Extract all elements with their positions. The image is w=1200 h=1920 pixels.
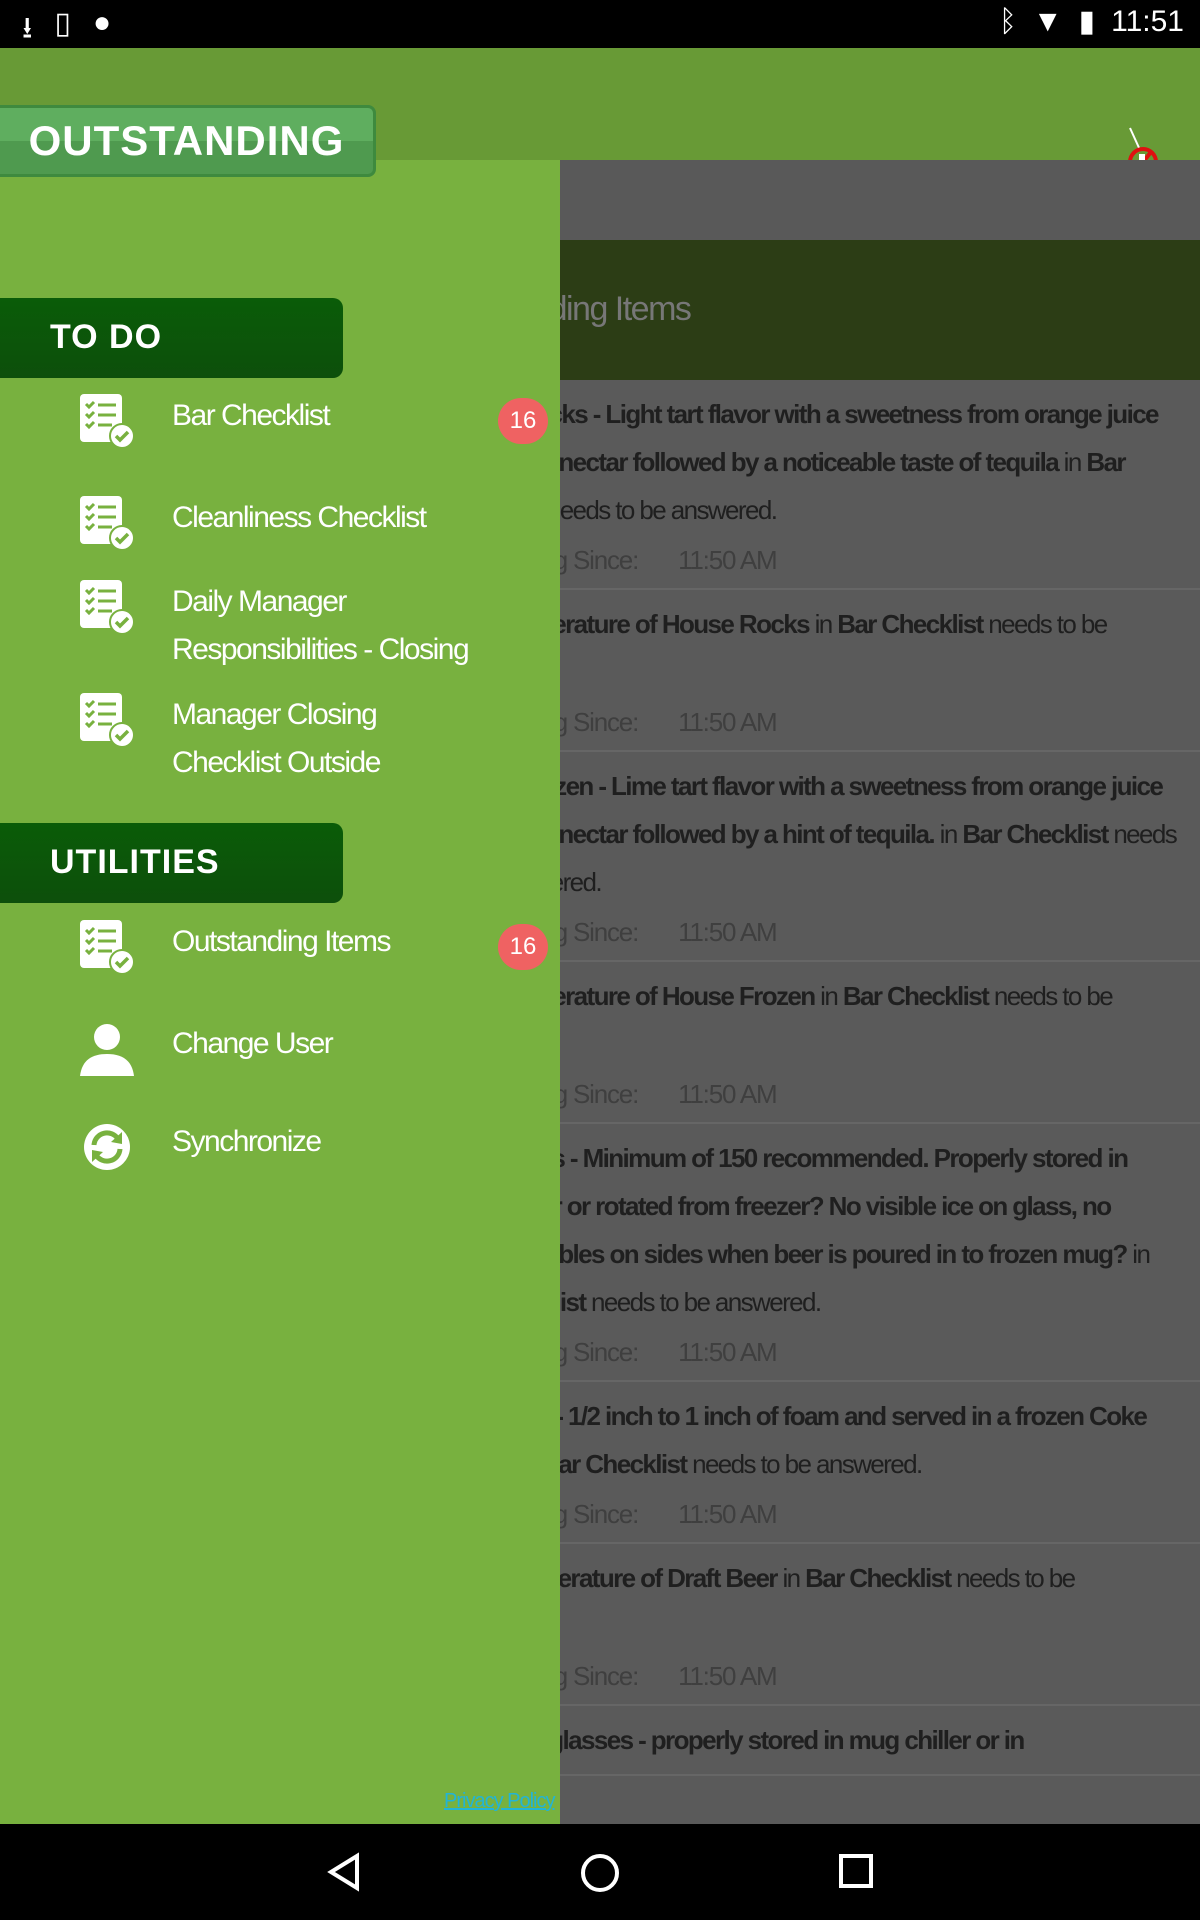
drawer-item-synchronize[interactable]: Synchronize <box>78 1118 548 1176</box>
since-time: 11:50 AM <box>678 1499 778 1529</box>
drawer-item-label: Manager Closing Checklist Outside <box>172 698 381 779</box>
privacy-policy-link[interactable]: Privacy Policy <box>444 1790 555 1813</box>
since-time: 11:50 AM <box>678 545 778 575</box>
item-checklist: Bar Checklist <box>837 609 984 639</box>
drawer-item-label: Cleanliness Checklist <box>172 501 427 534</box>
user-icon <box>78 1020 136 1078</box>
item-tail: needs to be answered. <box>686 1449 923 1479</box>
checklist-icon <box>78 494 136 552</box>
count-badge: 16 <box>498 924 548 970</box>
item-mid: in <box>814 981 843 1011</box>
drawer-item-label: Synchronize <box>172 1125 322 1158</box>
drawer-item-change-user[interactable]: Change User <box>78 1020 548 1078</box>
checklist-icon <box>78 691 136 749</box>
item-checklist: Bar Checklist <box>805 1563 952 1593</box>
navigation-drawer: TO DO Bar Checklist 16 Cleanliness Checkli… <box>0 160 560 1824</box>
since-time: 11:50 AM <box>678 917 778 947</box>
since-time: 11:50 AM <box>678 1661 778 1691</box>
checklist-icon <box>78 578 136 636</box>
item-checklist: Bar Checklist <box>842 981 990 1011</box>
section-header-todo: TO DO <box>0 298 343 378</box>
section-header-utilities: UTILITIES <box>0 823 343 903</box>
item-checklist: Bar Checklist <box>541 1449 688 1479</box>
drawer-item-bar-checklist[interactable]: Bar Checklist 16 <box>78 392 548 450</box>
drawer-item-label: Daily Manager Responsibilities - Closing <box>172 585 470 666</box>
drawer-item-label: Bar Checklist <box>172 399 331 432</box>
checklist-icon <box>78 918 136 976</box>
drawer-item-cleanliness-checklist[interactable]: Cleanliness Checklist <box>78 494 548 552</box>
item-mid: in <box>1126 1239 1151 1269</box>
drawer-item-manager-closing-checklist-outside[interactable]: Manager Closing Checklist Outside <box>78 691 548 787</box>
battery-charging-icon: ▮ <box>1078 5 1096 38</box>
since-time: 11:50 AM <box>678 1337 778 1367</box>
navigation-bar <box>0 1824 1200 1920</box>
wifi-icon: ▼ <box>1032 4 1063 38</box>
item-tail: needs to be answered. <box>541 495 778 525</box>
drawer-item-outstanding-items[interactable]: Outstanding Items 16 <box>78 918 548 976</box>
count-badge: 16 <box>498 398 548 444</box>
home-icon[interactable] <box>579 1852 621 1894</box>
item-mid: in <box>776 1563 806 1593</box>
item-tail: needs to be answered. <box>585 1287 822 1317</box>
bluetooth-icon: ᛒ <box>998 4 1017 38</box>
drawer-item-label: Change User <box>172 1027 334 1060</box>
outstanding-button[interactable]: OUTSTANDING <box>0 105 376 177</box>
clock: 11:51 <box>1111 4 1184 38</box>
recents-icon[interactable] <box>838 1853 874 1889</box>
item-checklist: Bar Checklist <box>962 819 1109 849</box>
back-icon[interactable] <box>325 1852 365 1892</box>
checklist-icon <box>78 392 136 450</box>
item-mid: in <box>934 819 963 849</box>
item-mid: in <box>808 609 838 639</box>
status-bar: ⭳ ▯ ● ᛒ ▼ ▮ 11:51 <box>0 0 1200 48</box>
since-time: 11:50 AM <box>678 707 778 737</box>
item-mid: in <box>1058 447 1087 477</box>
since-time: 11:50 AM <box>678 1079 778 1109</box>
drawer-item-label: Outstanding Items <box>172 925 391 958</box>
sync-icon <box>78 1118 136 1176</box>
drawer-item-daily-manager-responsibilities-closing[interactable]: Daily Manager Responsibilities - Closing <box>78 578 548 674</box>
